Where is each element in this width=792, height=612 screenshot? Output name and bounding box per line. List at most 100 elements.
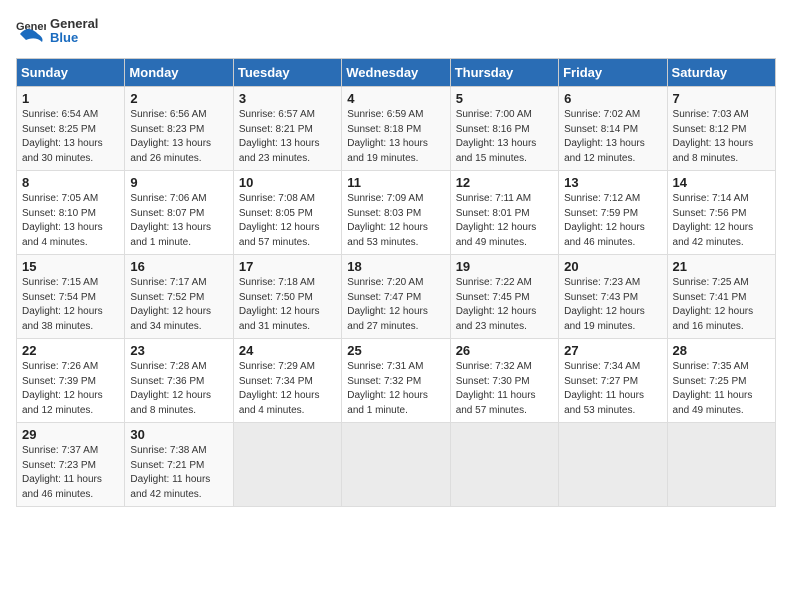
table-row: 6 Sunrise: 7:02 AM Sunset: 8:14 PM Dayli… [559,87,667,171]
day-number: 15 [22,259,119,274]
calendar-week-row: 15 Sunrise: 7:15 AM Sunset: 7:54 PM Dayl… [17,255,776,339]
table-row [233,423,341,507]
day-number: 17 [239,259,336,274]
day-number: 1 [22,91,119,106]
table-row: 18 Sunrise: 7:20 AM Sunset: 7:47 PM Dayl… [342,255,450,339]
calendar-week-row: 8 Sunrise: 7:05 AM Sunset: 8:10 PM Dayli… [17,171,776,255]
day-info: Sunrise: 7:14 AM Sunset: 7:56 PM Dayligh… [673,192,770,250]
day-info: Sunrise: 6:56 AM Sunset: 8:23 PM Dayligh… [130,108,227,166]
col-thursday: Thursday [450,59,558,87]
day-info: Sunrise: 7:17 AM Sunset: 7:52 PM Dayligh… [130,276,227,334]
table-row: 27 Sunrise: 7:34 AM Sunset: 7:27 PM Dayl… [559,339,667,423]
table-row: 2 Sunrise: 6:56 AM Sunset: 8:23 PM Dayli… [125,87,233,171]
table-row: 29 Sunrise: 7:37 AM Sunset: 7:23 PM Dayl… [17,423,125,507]
day-info: Sunrise: 7:34 AM Sunset: 7:27 PM Dayligh… [564,360,661,418]
calendar-table: Sunday Monday Tuesday Wednesday Thursday… [16,58,776,507]
table-row: 11 Sunrise: 7:09 AM Sunset: 8:03 PM Dayl… [342,171,450,255]
day-info: Sunrise: 7:06 AM Sunset: 8:07 PM Dayligh… [130,192,227,250]
day-info: Sunrise: 7:35 AM Sunset: 7:25 PM Dayligh… [673,360,770,418]
day-number: 28 [673,343,770,358]
day-number: 13 [564,175,661,190]
table-row: 1 Sunrise: 6:54 AM Sunset: 8:25 PM Dayli… [17,87,125,171]
table-row: 10 Sunrise: 7:08 AM Sunset: 8:05 PM Dayl… [233,171,341,255]
col-sunday: Sunday [17,59,125,87]
day-info: Sunrise: 6:54 AM Sunset: 8:25 PM Dayligh… [22,108,119,166]
day-info: Sunrise: 7:25 AM Sunset: 7:41 PM Dayligh… [673,276,770,334]
day-number: 27 [564,343,661,358]
day-number: 22 [22,343,119,358]
day-info: Sunrise: 7:38 AM Sunset: 7:21 PM Dayligh… [130,444,227,502]
table-row [450,423,558,507]
col-monday: Monday [125,59,233,87]
table-row: 22 Sunrise: 7:26 AM Sunset: 7:39 PM Dayl… [17,339,125,423]
day-info: Sunrise: 7:12 AM Sunset: 7:59 PM Dayligh… [564,192,661,250]
day-info: Sunrise: 7:08 AM Sunset: 8:05 PM Dayligh… [239,192,336,250]
table-row: 21 Sunrise: 7:25 AM Sunset: 7:41 PM Dayl… [667,255,775,339]
table-row [559,423,667,507]
table-row: 8 Sunrise: 7:05 AM Sunset: 8:10 PM Dayli… [17,171,125,255]
col-wednesday: Wednesday [342,59,450,87]
table-row: 9 Sunrise: 7:06 AM Sunset: 8:07 PM Dayli… [125,171,233,255]
table-row: 12 Sunrise: 7:11 AM Sunset: 8:01 PM Dayl… [450,171,558,255]
table-row: 19 Sunrise: 7:22 AM Sunset: 7:45 PM Dayl… [450,255,558,339]
day-info: Sunrise: 7:26 AM Sunset: 7:39 PM Dayligh… [22,360,119,418]
table-row: 16 Sunrise: 7:17 AM Sunset: 7:52 PM Dayl… [125,255,233,339]
day-number: 19 [456,259,553,274]
day-number: 16 [130,259,227,274]
calendar-week-row: 22 Sunrise: 7:26 AM Sunset: 7:39 PM Dayl… [17,339,776,423]
table-row [667,423,775,507]
day-info: Sunrise: 7:22 AM Sunset: 7:45 PM Dayligh… [456,276,553,334]
table-row: 7 Sunrise: 7:03 AM Sunset: 8:12 PM Dayli… [667,87,775,171]
day-info: Sunrise: 7:03 AM Sunset: 8:12 PM Dayligh… [673,108,770,166]
day-info: Sunrise: 7:18 AM Sunset: 7:50 PM Dayligh… [239,276,336,334]
day-number: 30 [130,427,227,442]
table-row: 4 Sunrise: 6:59 AM Sunset: 8:18 PM Dayli… [342,87,450,171]
day-number: 21 [673,259,770,274]
day-number: 11 [347,175,444,190]
page-header: General General Blue [16,16,776,46]
day-number: 26 [456,343,553,358]
table-row: 17 Sunrise: 7:18 AM Sunset: 7:50 PM Dayl… [233,255,341,339]
day-info: Sunrise: 7:23 AM Sunset: 7:43 PM Dayligh… [564,276,661,334]
day-number: 12 [456,175,553,190]
day-number: 8 [22,175,119,190]
table-row: 30 Sunrise: 7:38 AM Sunset: 7:21 PM Dayl… [125,423,233,507]
table-row: 13 Sunrise: 7:12 AM Sunset: 7:59 PM Dayl… [559,171,667,255]
day-info: Sunrise: 7:28 AM Sunset: 7:36 PM Dayligh… [130,360,227,418]
table-row: 3 Sunrise: 6:57 AM Sunset: 8:21 PM Dayli… [233,87,341,171]
calendar-week-row: 29 Sunrise: 7:37 AM Sunset: 7:23 PM Dayl… [17,423,776,507]
table-row [342,423,450,507]
day-info: Sunrise: 7:37 AM Sunset: 7:23 PM Dayligh… [22,444,119,502]
day-info: Sunrise: 7:32 AM Sunset: 7:30 PM Dayligh… [456,360,553,418]
table-row: 25 Sunrise: 7:31 AM Sunset: 7:32 PM Dayl… [342,339,450,423]
table-row: 15 Sunrise: 7:15 AM Sunset: 7:54 PM Dayl… [17,255,125,339]
day-number: 24 [239,343,336,358]
header-row: Sunday Monday Tuesday Wednesday Thursday… [17,59,776,87]
day-number: 5 [456,91,553,106]
day-number: 6 [564,91,661,106]
table-row: 14 Sunrise: 7:14 AM Sunset: 7:56 PM Dayl… [667,171,775,255]
table-row: 24 Sunrise: 7:29 AM Sunset: 7:34 PM Dayl… [233,339,341,423]
day-info: Sunrise: 7:00 AM Sunset: 8:16 PM Dayligh… [456,108,553,166]
table-row: 5 Sunrise: 7:00 AM Sunset: 8:16 PM Dayli… [450,87,558,171]
day-info: Sunrise: 6:59 AM Sunset: 8:18 PM Dayligh… [347,108,444,166]
day-info: Sunrise: 7:15 AM Sunset: 7:54 PM Dayligh… [22,276,119,334]
day-info: Sunrise: 7:11 AM Sunset: 8:01 PM Dayligh… [456,192,553,250]
table-row: 20 Sunrise: 7:23 AM Sunset: 7:43 PM Dayl… [559,255,667,339]
day-number: 4 [347,91,444,106]
day-number: 29 [22,427,119,442]
day-number: 7 [673,91,770,106]
day-number: 9 [130,175,227,190]
day-number: 10 [239,175,336,190]
day-info: Sunrise: 7:29 AM Sunset: 7:34 PM Dayligh… [239,360,336,418]
day-info: Sunrise: 7:09 AM Sunset: 8:03 PM Dayligh… [347,192,444,250]
col-tuesday: Tuesday [233,59,341,87]
col-saturday: Saturday [667,59,775,87]
day-number: 25 [347,343,444,358]
day-number: 23 [130,343,227,358]
logo-icon: General [16,16,46,46]
day-number: 14 [673,175,770,190]
day-info: Sunrise: 7:31 AM Sunset: 7:32 PM Dayligh… [347,360,444,418]
day-number: 2 [130,91,227,106]
table-row: 23 Sunrise: 7:28 AM Sunset: 7:36 PM Dayl… [125,339,233,423]
